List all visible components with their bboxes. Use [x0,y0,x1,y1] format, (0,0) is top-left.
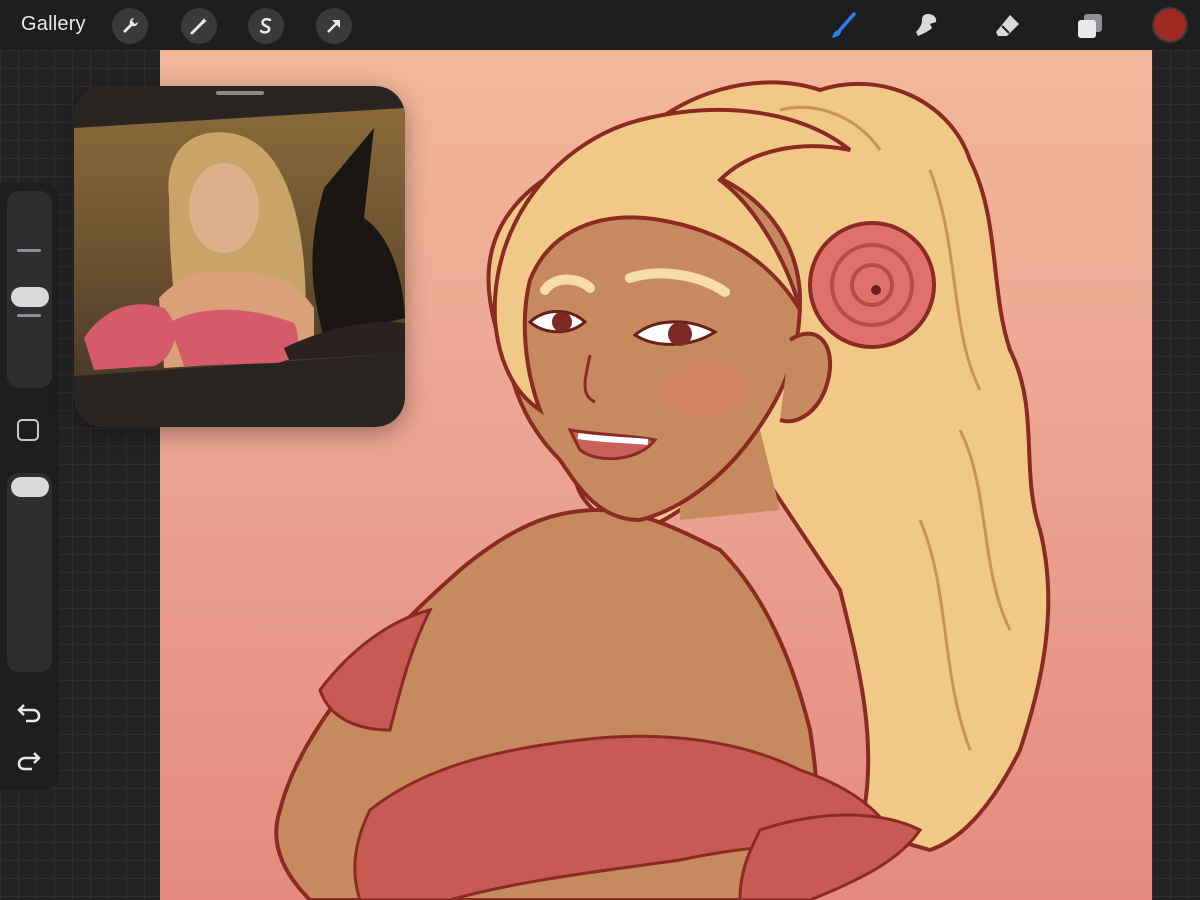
opacity-slider[interactable] [7,473,52,672]
reference-window[interactable] [74,86,405,427]
slider-tick [17,314,41,317]
redo-icon[interactable] [16,749,42,775]
right-iris [668,322,692,346]
eraser-icon[interactable] [990,8,1026,44]
color-picker-button[interactable] [1154,9,1186,41]
top-toolbar: Gallery [0,0,1200,50]
modifier-button[interactable] [17,419,39,441]
undo-icon[interactable] [16,699,42,725]
wrench-icon[interactable] [112,8,148,44]
reference-photo [74,108,405,376]
hair-flower [808,221,936,349]
left-sidebar [0,183,59,790]
selection-s-icon[interactable] [248,8,284,44]
smudge-icon[interactable] [908,8,944,44]
reference-drag-handle[interactable] [216,91,264,95]
transform-arrow-icon[interactable] [316,8,352,44]
brush-size-knob[interactable] [11,287,49,307]
brush-size-slider[interactable] [7,191,52,388]
left-iris [552,312,572,332]
layers-icon[interactable] [1072,8,1108,44]
opacity-knob[interactable] [11,477,49,497]
gallery-button[interactable]: Gallery [21,13,86,36]
magic-wand-icon[interactable] [181,8,217,44]
brush-icon[interactable] [826,8,862,44]
slider-tick [17,249,41,252]
blush [660,362,750,418]
